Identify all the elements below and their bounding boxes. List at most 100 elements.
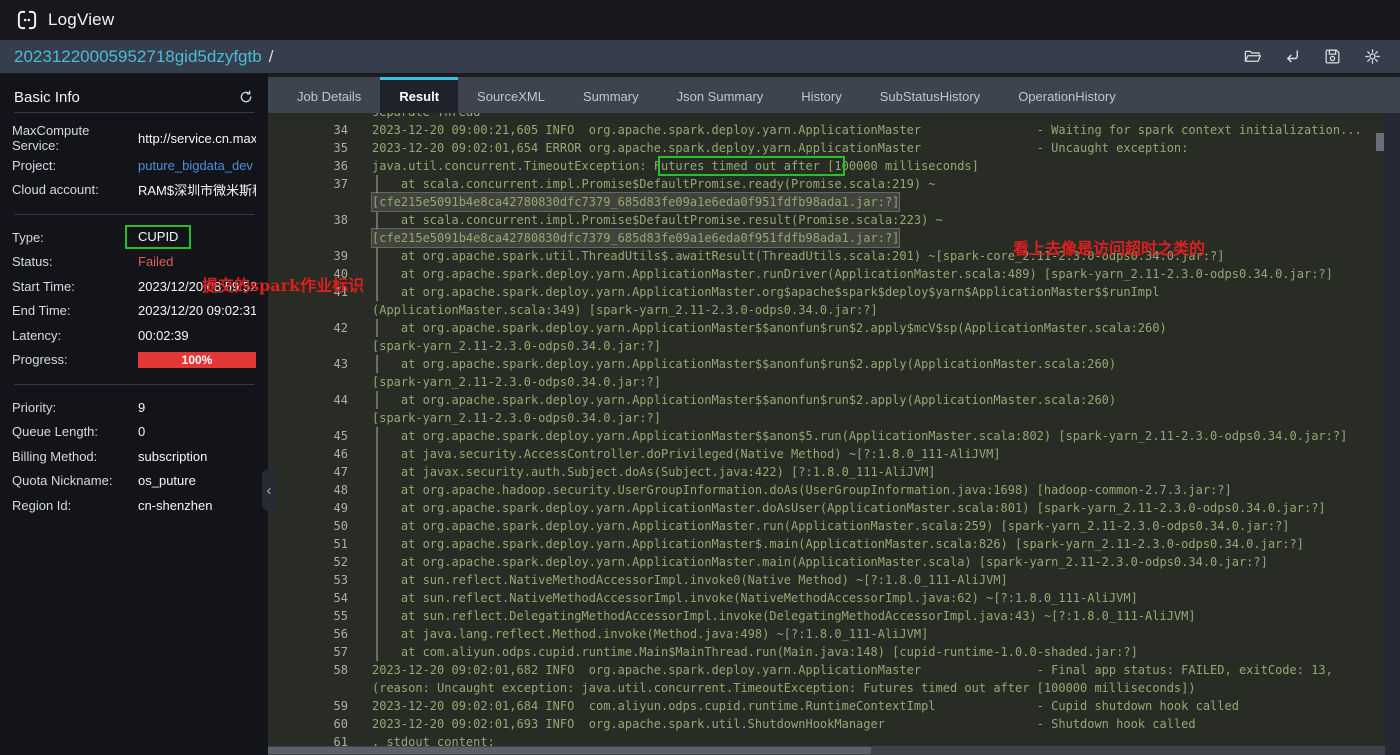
info-row-end-time: End Time: 2023/12/20 09:02:31 <box>0 299 268 324</box>
vertical-scrollbar-thumb[interactable] <box>1376 133 1384 151</box>
line-text: at org.apache.spark.deploy.yarn.Applicat… <box>372 427 1348 445</box>
line-text: at java.lang.reflect.Method.invoke(Metho… <box>372 625 929 643</box>
line-text: 2023-12-20 09:00:21,605 INFO org.apache.… <box>372 123 1362 137</box>
logview-logo-icon <box>14 7 40 33</box>
breadcrumb-instance-id[interactable]: 20231220005952718gid5dzyfgtb <box>14 47 262 67</box>
refresh-icon[interactable] <box>238 89 254 105</box>
field-label-region-id: Region Id: <box>12 497 72 513</box>
settings-gear-icon[interactable] <box>1363 47 1382 66</box>
sidebar-collapse-handle[interactable]: ‹ <box>262 469 276 511</box>
field-label-start-time: Start Time: <box>12 278 75 294</box>
tab-sourcexml[interactable]: SourceXML <box>458 77 564 113</box>
log-line: 59 2023-12-20 09:02:01,684 INFO com.aliyu… <box>268 697 1385 715</box>
line-number: 53 <box>333 573 348 587</box>
open-folder-icon[interactable] <box>1243 47 1262 66</box>
line-number: 52 <box>333 555 348 569</box>
line-text: at sun.reflect.NativeMethodAccessorImpl.… <box>372 571 1008 589</box>
line-text: [spark-yarn_2.11-2.3.0-odps0.34.0.jar:?] <box>372 411 661 425</box>
panel-title: Basic Info <box>14 88 80 106</box>
horizontal-scrollbar[interactable] <box>268 746 1385 755</box>
line-number: 34 <box>333 123 348 137</box>
log-line: [cfe215e5091b4e8ca42780830dfc7379_685d83… <box>268 192 1385 212</box>
info-row-region-id: Region Id: cn-shenzhen <box>0 493 268 518</box>
line-text: at sun.reflect.DelegatingMethodAccessorI… <box>372 607 1196 625</box>
line-text: at org.apache.spark.deploy.yarn.Applicat… <box>372 499 1326 517</box>
field-value-project[interactable]: puture_bigdata_dev <box>138 158 253 173</box>
field-label-maxcompute-service: MaxCompute Service: <box>12 123 90 153</box>
line-number: 51 <box>333 537 348 551</box>
breadcrumb-bar: 20231220005952718gid5dzyfgtb / <box>0 40 1400 73</box>
line-text: 2023-12-20 09:02:01,684 INFO com.aliyun.… <box>372 699 1239 713</box>
tab-history[interactable]: History <box>782 77 860 113</box>
tab-result[interactable]: Result <box>380 77 459 113</box>
line-number: 36 <box>333 159 348 173</box>
line-number <box>268 301 348 319</box>
app-title: LogView <box>48 10 115 29</box>
line-text: 2023-12-20 09:02:01,693 INFO org.apache.… <box>372 717 1196 731</box>
field-label-type: Type: <box>12 229 44 245</box>
field-value-billing-method: subscription <box>138 448 208 464</box>
line-number <box>268 409 348 427</box>
info-row-maxcompute-service: MaxCompute Service: http://service.cn.max… <box>0 123 268 153</box>
line-number: 43 <box>333 357 348 371</box>
info-row-priority: Priority: 9 <box>0 395 268 420</box>
tab-json-summary[interactable]: Json Summary <box>658 77 783 113</box>
info-row-latency: Latency: 00:02:39 <box>0 323 268 348</box>
log-line: 44 at org.apache.spark.deploy.yarn.Appli… <box>268 391 1385 409</box>
log-line: 49 at org.apache.spark.deploy.yarn.Appli… <box>268 499 1385 517</box>
info-group: Priority: 9 Queue Length: 0 Billing Method: s… <box>0 385 268 530</box>
log-line: 45 at org.apache.spark.deploy.yarn.Appli… <box>268 427 1385 445</box>
main-area: Basic Info MaxCompute Service: http://ser… <box>0 73 1400 755</box>
line-text: [spark-yarn_2.11-2.3.0-odps0.34.0.jar:?] <box>372 375 661 389</box>
line-number <box>268 373 348 391</box>
app-header: LogView <box>0 0 1400 40</box>
save-icon[interactable] <box>1323 47 1342 66</box>
log-line: 54 at sun.reflect.NativeMethodAccessorIm… <box>268 589 1385 607</box>
breadcrumb-separator: / <box>268 46 274 66</box>
line-number <box>268 229 348 247</box>
tab-operationhistory[interactable]: OperationHistory <box>999 77 1135 113</box>
info-row-start-time: Start Time: 2023/12/20 08:59:52 <box>0 274 268 299</box>
field-label-cloud-account: Cloud account: <box>12 182 99 198</box>
field-label-billing-method: Billing Method: <box>12 448 98 464</box>
field-value-priority: 9 <box>138 399 146 415</box>
line-number: 39 <box>333 249 348 263</box>
tab-job-details[interactable]: Job Details <box>278 77 380 113</box>
line-number <box>268 113 348 121</box>
field-label-queue-length: Queue Length: <box>12 424 99 440</box>
line-number: 49 <box>333 501 348 515</box>
log-viewer: separate Thread 34 2023-12-20 09:00:21,605… <box>268 113 1400 755</box>
log-line: separate Thread <box>268 113 1385 121</box>
line-text: at org.apache.spark.deploy.yarn.Applicat… <box>372 283 1160 301</box>
field-label-project: Project: <box>12 157 57 173</box>
tab-substatushistory[interactable]: SubStatusHistory <box>861 77 999 113</box>
logview-app: LogView 20231220005952718gid5dzyfgtb / B… <box>0 0 1400 755</box>
line-text: (ApplicationMaster.scala:349) [spark-yar… <box>372 303 878 317</box>
line-number: 59 <box>333 699 348 713</box>
log-line: 47 at javax.security.auth.Subject.doAs(S… <box>268 463 1385 481</box>
log-line: 42 at org.apache.spark.deploy.yarn.Appli… <box>268 319 1385 337</box>
field-label-end-time: End Time: <box>12 303 71 319</box>
line-text: at org.apache.spark.deploy.yarn.Applicat… <box>372 319 1167 337</box>
line-number <box>268 679 348 697</box>
line-number <box>268 193 348 211</box>
vertical-scrollbar[interactable] <box>1376 113 1400 755</box>
log-line: [spark-yarn_2.11-2.3.0-odps0.34.0.jar:?] <box>268 373 1385 391</box>
log-line: [spark-yarn_2.11-2.3.0-odps0.34.0.jar:?] <box>268 409 1385 427</box>
field-value-latency: 00:02:39 <box>138 327 189 343</box>
line-number: 35 <box>333 141 348 155</box>
line-text: [cfe215e5091b4e8ca42780830dfc7379_685d83… <box>370 228 901 248</box>
horizontal-scrollbar-thumb[interactable] <box>268 747 872 754</box>
return-icon[interactable] <box>1283 47 1302 66</box>
line-number: 44 <box>333 393 348 407</box>
field-label-latency: Latency: <box>12 327 62 343</box>
progress-value: 100% <box>181 352 213 367</box>
line-text: at sun.reflect.NativeMethodAccessorImpl.… <box>372 589 1138 607</box>
line-text: at org.apache.spark.util.ThreadUtils$.aw… <box>372 247 1225 265</box>
tab-summary[interactable]: Summary <box>564 77 658 113</box>
line-number: 54 <box>333 591 348 605</box>
info-row-type: Type: CUPID <box>0 225 268 250</box>
info-row-cloud-account: Cloud account: RAM$深圳市微米斯科技... <box>0 178 268 203</box>
field-value-maxcompute-service: http://service.cn.maxco... <box>138 130 256 146</box>
log-line: 52 at org.apache.spark.deploy.yarn.Appli… <box>268 553 1385 571</box>
